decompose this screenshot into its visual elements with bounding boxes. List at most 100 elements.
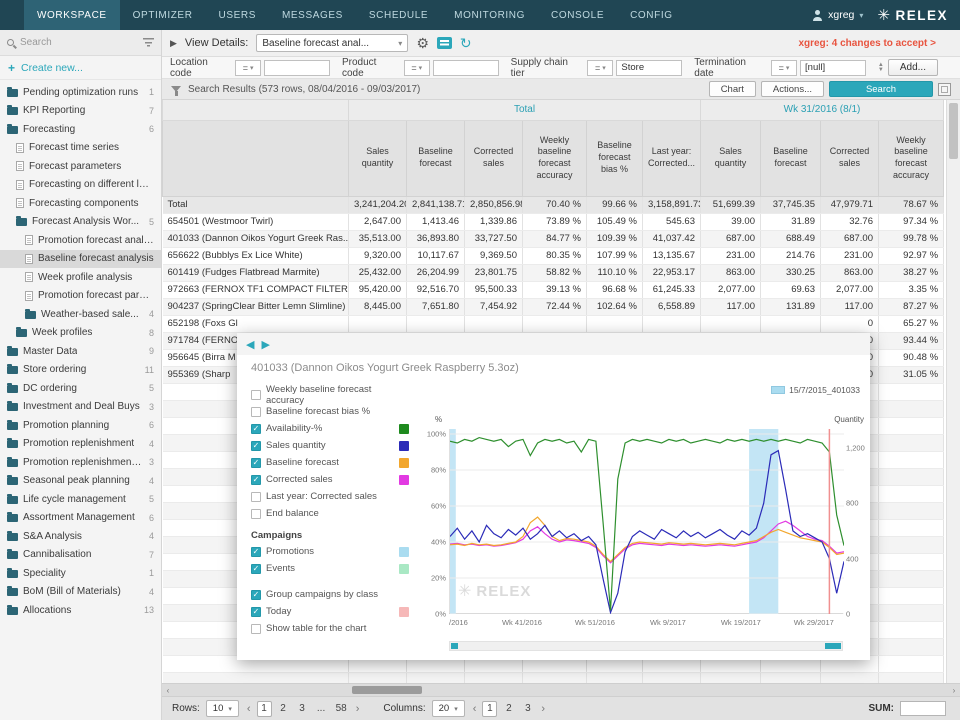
filter-operator-select[interactable]: =▾	[235, 60, 261, 76]
filter-value-input[interactable]: Store	[616, 60, 682, 76]
table-row[interactable]: 601419 (Fudges Flatbread Marmite)25,432.…	[163, 264, 944, 281]
add-filter-button[interactable]: Add...	[888, 59, 938, 76]
page-ellipsis[interactable]: ...	[314, 701, 329, 717]
page-button-2[interactable]: 2	[276, 701, 291, 717]
create-new-button[interactable]: + Create new...	[0, 56, 161, 80]
previous-item-icon[interactable]: ◀	[246, 338, 254, 351]
filter-value-input[interactable]	[433, 60, 499, 76]
nav-item-messages[interactable]: MESSAGES	[269, 0, 356, 30]
checked-checkbox[interactable]: ✓	[251, 547, 261, 557]
filter-icon[interactable]	[143, 38, 154, 47]
checked-checkbox[interactable]: ✓	[251, 564, 261, 574]
unchecked-checkbox[interactable]	[251, 492, 261, 502]
toggle-baseline-forecast-bias[interactable]: Baseline forecast bias %	[251, 403, 423, 420]
filter-value-input[interactable]	[264, 60, 330, 76]
scroll-left-icon[interactable]: ‹	[162, 684, 174, 696]
prev-page-icon[interactable]: ‹	[245, 703, 253, 715]
sidebar-item-bom-bill-of-materials[interactable]: BoM (Bill of Materials)4	[0, 583, 161, 602]
column-header-baseline-forecast-bias[interactable]: Baseline forecast bias %	[587, 120, 643, 196]
next-page-icon[interactable]: ›	[539, 703, 547, 715]
unchecked-checkbox[interactable]	[251, 624, 261, 634]
collapse-sidebar-icon[interactable]: ▶	[170, 38, 177, 49]
nav-item-schedule[interactable]: SCHEDULE	[356, 0, 441, 30]
sidebar-item-forecast-analysis-wor[interactable]: Forecast Analysis Wor...5	[0, 213, 161, 232]
page-button-3[interactable]: 3	[295, 701, 310, 717]
group-header-wk-31-2016-8-1[interactable]: Wk 31/2016 (8/1)	[701, 100, 944, 120]
checked-checkbox[interactable]: ✓	[251, 458, 261, 468]
checked-checkbox[interactable]: ✓	[251, 475, 261, 485]
pending-changes-link[interactable]: xgreg: 4 changes to accept >	[798, 38, 952, 49]
column-header-baseline-forecast[interactable]: Baseline forecast	[407, 120, 465, 196]
page-button-58[interactable]: 58	[333, 701, 350, 717]
toggle-corrected-sales[interactable]: ✓Corrected sales	[251, 471, 423, 488]
sidebar-item-week-profile-analysis[interactable]: Week profile analysis	[0, 268, 161, 287]
sidebar-item-investment-and-deal-buys[interactable]: Investment and Deal Buys3	[0, 398, 161, 417]
table-row[interactable]: 904237 (SpringClear Bitter Lemn Slimline…	[163, 298, 944, 315]
nav-item-monitoring[interactable]: MONITORING	[441, 0, 538, 30]
checked-checkbox[interactable]: ✓	[251, 590, 261, 600]
scroll-right-icon[interactable]: ›	[948, 684, 960, 696]
sidebar-item-life-cycle-management[interactable]: Life cycle management5	[0, 490, 161, 509]
nav-item-console[interactable]: CONSOLE	[538, 0, 617, 30]
sidebar-item-cannibalisation[interactable]: Cannibalisation7	[0, 546, 161, 565]
sidebar-item-promotion-planning[interactable]: Promotion planning6	[0, 416, 161, 435]
vertical-scrollbar-thumb[interactable]	[949, 103, 958, 159]
filter-operator-select[interactable]: =▾	[587, 60, 613, 76]
sidebar-item-pending-optimization-runs[interactable]: Pending optimization runs1	[0, 83, 161, 102]
toggle-availability[interactable]: ✓Availability-%	[251, 420, 423, 437]
sidebar-item-promotion-forecast-analysis[interactable]: Promotion forecast analysis	[0, 231, 161, 250]
page-button-1[interactable]: 1	[257, 701, 272, 717]
toggle-events[interactable]: ✓Events	[251, 560, 423, 577]
horizontal-scrollbar-thumb[interactable]	[352, 686, 422, 694]
toggle-last-year-corrected-sales[interactable]: Last year: Corrected sales	[251, 488, 423, 505]
column-header-weekly-baseline-forecast-accuracy[interactable]: Weekly baseline forecast accuracy	[879, 120, 944, 196]
column-header-weekly-baseline-forecast-accuracy[interactable]: Weekly baseline forecast accuracy	[523, 120, 587, 196]
user-menu[interactable]: xgreg ▾	[812, 9, 863, 21]
sidebar-item-s-a-analysis[interactable]: S&A Analysis4	[0, 527, 161, 546]
nav-item-config[interactable]: CONFIG	[617, 0, 686, 30]
fullscreen-icon[interactable]	[938, 83, 951, 96]
chart-scrollbar[interactable]	[449, 641, 843, 651]
sidebar-item-speciality[interactable]: Speciality1	[0, 564, 161, 583]
column-header-baseline-forecast[interactable]: Baseline forecast	[761, 120, 821, 196]
sidebar-item-baseline-forecast-analysis[interactable]: Baseline forecast analysis	[0, 250, 161, 269]
comment-icon[interactable]	[437, 37, 452, 49]
toggle-show-table-for-the-chart[interactable]: Show table for the chart	[251, 620, 423, 637]
search-input[interactable]: Search	[20, 37, 137, 48]
sidebar-item-store-ordering[interactable]: Store ordering11	[0, 361, 161, 380]
checked-checkbox[interactable]: ✓	[251, 441, 261, 451]
columns-page-size-select[interactable]: 20 ▾	[432, 700, 465, 717]
vertical-scrollbar[interactable]	[946, 100, 960, 683]
column-header-sales-quantity[interactable]: Sales quantity	[349, 120, 407, 196]
chart-button[interactable]: Chart	[709, 81, 756, 97]
next-page-icon[interactable]: ›	[354, 703, 362, 715]
column-header-corrected-sales[interactable]: Corrected sales	[821, 120, 879, 196]
nav-item-users[interactable]: USERS	[206, 0, 269, 30]
table-row[interactable]: 652198 (Foxs Gl065.27 %	[163, 315, 944, 332]
unchecked-checkbox[interactable]	[251, 509, 261, 519]
prev-page-icon[interactable]: ‹	[471, 703, 479, 715]
sidebar-item-promotion-replenishment[interactable]: Promotion replenishment ...3	[0, 453, 161, 472]
sidebar-item-dc-ordering[interactable]: DC ordering5	[0, 379, 161, 398]
sidebar-item-promotion-replenishment[interactable]: Promotion replenishment4	[0, 435, 161, 454]
sidebar-item-seasonal-peak-planning[interactable]: Seasonal peak planning4	[0, 472, 161, 491]
sidebar-item-assortment-management[interactable]: Assortment Management6	[0, 509, 161, 528]
toggle-promotions[interactable]: ✓Promotions	[251, 543, 423, 560]
toggle-end-balance[interactable]: End balance	[251, 505, 423, 522]
toggle-group-campaigns-by-class[interactable]: ✓Group campaigns by class	[251, 586, 423, 603]
chart-scrollbar-thumb[interactable]	[825, 643, 841, 649]
toggle-today[interactable]: ✓Today	[251, 603, 423, 620]
table-row[interactable]: 654501 (Westmoor Twirl)2,647.001,413.461…	[163, 213, 944, 230]
toggle-sales-quantity[interactable]: ✓Sales quantity	[251, 437, 423, 454]
page-button-2[interactable]: 2	[501, 701, 516, 717]
sidebar-item-promotion-forecast-parameters[interactable]: Promotion forecast parameters	[0, 287, 161, 306]
nav-item-optimizer[interactable]: OPTIMIZER	[120, 0, 206, 30]
sidebar-item-forecast-parameters[interactable]: Forecast parameters	[0, 157, 161, 176]
sidebar-item-forecasting[interactable]: Forecasting6	[0, 120, 161, 139]
actions-button[interactable]: Actions...	[761, 81, 824, 97]
table-row[interactable]: 972663 (FERNOX TF1 COMPACT FILTER ...95,…	[163, 281, 944, 298]
toggle-weekly-baseline-forecast-accuracy[interactable]: Weekly baseline forecast accuracy	[251, 386, 423, 403]
sum-value-box[interactable]	[900, 701, 946, 716]
stepper-icons[interactable]: ▲ ▼	[878, 63, 884, 73]
table-row[interactable]: Total3,241,204.202,841,138.712,850,856.9…	[163, 196, 944, 213]
